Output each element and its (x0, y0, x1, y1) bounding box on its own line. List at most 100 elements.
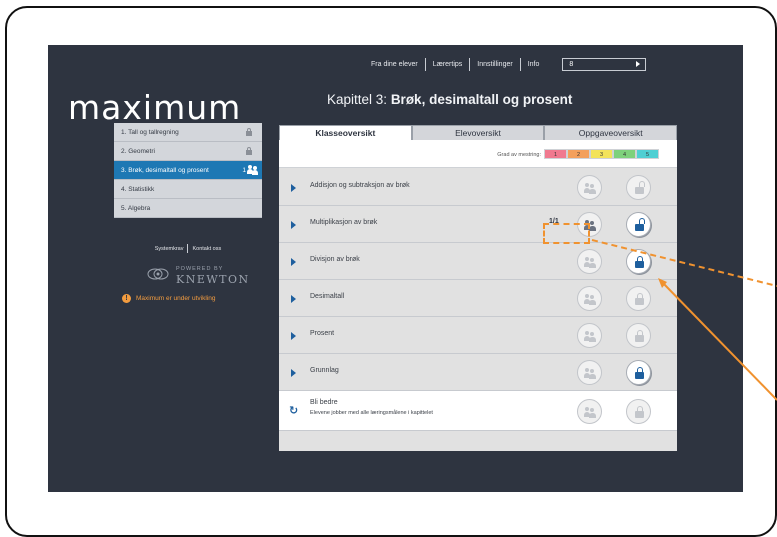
unlock-button[interactable] (626, 175, 651, 200)
unlocked-icon (635, 181, 645, 194)
students-button[interactable] (577, 286, 602, 311)
lock-button[interactable] (626, 399, 651, 424)
improve-title: Bli bedre (310, 399, 338, 406)
list-item-prosent[interactable]: Prosent (279, 317, 677, 354)
sidebar-item-label: 5. Algebra (121, 205, 151, 212)
students-button[interactable] (577, 360, 602, 385)
chapter-name: Brøk, desimaltall og prosent (390, 92, 573, 107)
sidebar-item-label: 3. Brøk, desimaltall og prosent (121, 167, 209, 174)
goal-label: Addisjon og subtraksjon av brøk (310, 182, 410, 189)
list-item-divisjon[interactable]: Divisjon av brøk (279, 243, 677, 280)
lock-icon (635, 406, 644, 418)
students-button[interactable] (577, 175, 602, 200)
lock-button[interactable] (626, 360, 651, 385)
unlock-button[interactable] (626, 212, 651, 237)
list-item-desimaltall[interactable]: Desimaltall (279, 280, 677, 317)
tab-klasseoversikt[interactable]: Klasseoversikt (279, 125, 412, 140)
list-item-grunnlag[interactable]: Grunnlag (279, 354, 677, 391)
lock-button[interactable] (626, 249, 651, 274)
chapter-prefix: Kapittel 3: (327, 92, 388, 107)
knewton-logo-icon (147, 268, 169, 280)
nav-link-info[interactable]: Info (521, 58, 547, 71)
students-icon (584, 257, 596, 268)
maximum-logo: maximum (68, 88, 242, 127)
goal-label: Divisjon av brøk (310, 256, 360, 263)
goal-label: Grunnlag (310, 367, 339, 374)
lock-icon (635, 256, 644, 268)
students-icon (584, 407, 596, 418)
sidebar-item-tall-og-tallregning[interactable]: 1. Tall og tallregning (114, 123, 262, 142)
students-icon (247, 165, 258, 175)
learning-goal-list: Addisjon og subtraksjon av brøk Multipli… (279, 169, 677, 431)
mastery-level-5: 5 (636, 149, 659, 159)
sidebar-item-label: 2. Geometri (121, 148, 155, 155)
powered-by-text: POWERED BY (176, 266, 224, 272)
expand-arrow-icon[interactable] (291, 332, 296, 340)
lock-icon (246, 128, 252, 136)
development-notice: ! Maximum er under utvikling (122, 294, 215, 303)
class-select[interactable]: 8 (562, 58, 647, 71)
nav-link-laerertips[interactable]: Lærertips (426, 58, 471, 71)
top-navigation: Fra dine elever Lærertips Innstillinger … (364, 58, 725, 71)
unlocked-icon (635, 218, 645, 231)
sidebar-item-algebra[interactable]: 5. Algebra (114, 199, 262, 218)
lock-icon (635, 330, 644, 342)
mastery-scale: 1 2 3 4 5 (544, 149, 659, 159)
sidebar-item-label: 4. Statistikk (121, 186, 155, 193)
students-icon (584, 294, 596, 305)
kontakt-oss-link[interactable]: Kontakt oss (188, 246, 225, 252)
mastery-level-2: 2 (567, 149, 590, 159)
sidebar-links: Systemkrav Kontakt oss (114, 244, 262, 253)
mastery-legend: Grad av mestring: 1 2 3 4 5 (279, 140, 677, 168)
systemkrav-link[interactable]: Systemkrav (151, 246, 188, 252)
development-notice-text: Maximum er under utvikling (136, 295, 216, 302)
expand-arrow-icon[interactable] (291, 369, 296, 377)
sidebar-item-brok-desimaltall-prosent[interactable]: 3. Brøk, desimaltall og prosent 1 (114, 161, 262, 180)
students-button[interactable] (577, 399, 602, 424)
sidebar-item-geometri[interactable]: 2. Geometri (114, 142, 262, 161)
sidebar-item-statistikk[interactable]: 4. Statistikk (114, 180, 262, 199)
goal-label: Multiplikasjon av brøk (310, 219, 378, 226)
expand-arrow-icon[interactable] (291, 184, 296, 192)
improve-subtitle: Elevene jobber med alle læringsmålene i … (310, 410, 433, 416)
mastery-level-3: 3 (590, 149, 613, 159)
class-select-value: 8 (569, 61, 574, 68)
progress-badge: 1/1 (549, 218, 559, 225)
goal-label: Prosent (310, 330, 335, 337)
nav-link-fra-dine-elever[interactable]: Fra dine elever (364, 58, 426, 71)
mastery-level-4: 4 (613, 149, 636, 159)
page-title: Kapittel 3: Brøk, desimaltall og prosent (327, 92, 627, 107)
students-button[interactable] (577, 323, 602, 348)
mastery-level-1: 1 (544, 149, 567, 159)
expand-arrow-icon[interactable] (291, 258, 296, 266)
lock-icon (246, 147, 252, 155)
knewton-wordmark: KNEWTON (176, 273, 250, 286)
class-overview-panel: Klasseoversikt Elevoversikt Oppgaveovers… (279, 125, 678, 451)
lock-button[interactable] (626, 286, 651, 311)
refresh-icon: ↻ (289, 405, 299, 417)
students-icon (584, 220, 596, 231)
sidebar-item-label: 1. Tall og tallregning (121, 129, 179, 136)
students-icon (584, 368, 596, 379)
goal-label: Desimaltall (310, 293, 345, 300)
students-icon (584, 183, 596, 194)
expand-arrow-icon[interactable] (291, 221, 296, 229)
list-item-multiplikasjon[interactable]: Multiplikasjon av brøk 1/1 (279, 206, 677, 243)
student-count: 1 (242, 167, 246, 174)
lock-icon (635, 367, 644, 379)
lock-icon (635, 293, 644, 305)
tab-bar: Klasseoversikt Elevoversikt Oppgaveovers… (279, 125, 678, 140)
students-button[interactable] (577, 249, 602, 274)
expand-arrow-icon[interactable] (291, 295, 296, 303)
students-icon (584, 331, 596, 342)
nav-link-innstillinger[interactable]: Innstillinger (470, 58, 521, 71)
chapter-sidebar: 1. Tall og tallregning 2. Geometri 3. Br… (114, 123, 262, 218)
list-item-addisjon-subtraksjon[interactable]: Addisjon og subtraksjon av brøk (279, 169, 677, 206)
students-button[interactable] (577, 212, 602, 237)
warning-icon: ! (122, 294, 131, 303)
tab-oppgaveoversikt[interactable]: Oppgaveoversikt (544, 125, 678, 140)
lock-button[interactable] (626, 323, 651, 348)
list-item-bli-bedre[interactable]: ↻ Bli bedre Elevene jobber med alle læri… (279, 391, 677, 431)
tab-elevoversikt[interactable]: Elevoversikt (411, 125, 545, 140)
mastery-legend-label: Grad av mestring: (497, 152, 541, 158)
